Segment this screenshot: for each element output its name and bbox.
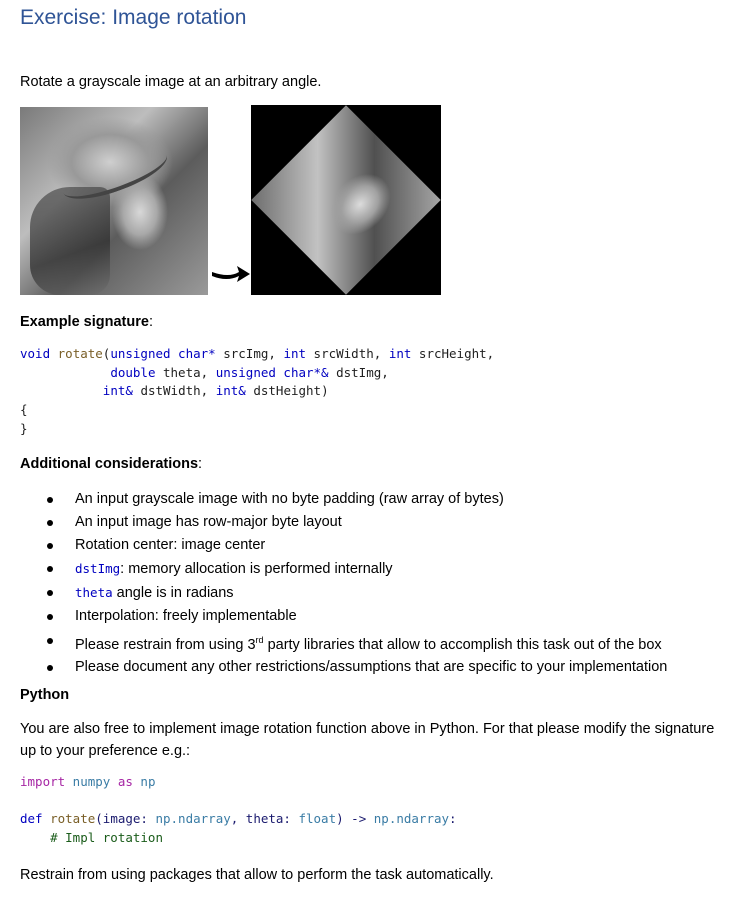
hat-brim-shape [57, 139, 173, 209]
rotated-image-diamond [251, 105, 441, 295]
cpp-indent [20, 365, 110, 380]
list-item-text: An input grayscale image with no byte pa… [75, 491, 504, 507]
list-item-text: angle is in radians [112, 585, 234, 602]
arrow-right-icon [212, 266, 250, 282]
example-signature-heading: Example signature: [20, 311, 153, 333]
inline-code: theta [75, 585, 113, 601]
list-item-text: Rotation center: image center [75, 537, 266, 554]
list-item-text: Please restrain from using 3 [75, 636, 256, 653]
python-import-code: import numpy as np [20, 773, 155, 792]
cpp-param-type: double [110, 364, 163, 380]
python-type: np.ndarray [373, 811, 450, 826]
considerations-list: An input grayscale image with no byte pa… [20, 488, 667, 680]
cpp-param-name: srcWidth, [313, 346, 389, 361]
cpp-signature-code: void rotate(unsigned char* srcImg, int s… [20, 345, 494, 401]
additional-considerations-heading: Additional considerations: [20, 453, 202, 475]
additional-considerations-colon: : [198, 456, 203, 472]
list-item: Rotation center: image center [20, 534, 667, 557]
cpp-void-keyword: void [20, 346, 58, 361]
cpp-close-brace: } [20, 420, 28, 436]
bullet-icon [47, 566, 53, 573]
python-def-code: def rotate(image: np.ndarray, theta: flo… [20, 810, 457, 847]
list-item-text: : memory allocation is performed interna… [120, 561, 393, 578]
cpp-param-name: srcHeight, [418, 346, 495, 361]
bullet-icon [47, 665, 53, 672]
python-param: (image: [95, 811, 156, 826]
python-arrow: ) -> [336, 811, 374, 826]
cpp-param-type: unsigned char* [110, 346, 224, 361]
python-module: numpy [65, 774, 118, 789]
list-item-text: party libraries that allow to accomplish… [263, 636, 662, 653]
list-item: Please restrain from using 3rd party lib… [20, 629, 667, 657]
list-item: dstImg: memory allocation is performed i… [20, 557, 667, 581]
bullet-icon [47, 520, 53, 527]
cpp-param-type: int [388, 346, 419, 361]
cpp-param-type: unsigned char*& [215, 364, 337, 380]
superscript: rd [255, 634, 264, 645]
cpp-open-brace: { [20, 402, 28, 417]
cpp-indent [20, 383, 103, 398]
example-signature-colon: : [148, 314, 153, 330]
cpp-param-type: int& [215, 383, 254, 398]
page-title: Exercise: Image rotation [20, 6, 247, 29]
python-colon: : [449, 811, 457, 826]
list-item: Interpolation: freely implementable [20, 605, 667, 628]
cpp-body-code: { } [20, 401, 28, 438]
python-type: float [298, 811, 337, 826]
intro-text: Rotate a grayscale image at an arbitrary… [20, 74, 322, 90]
python-description: You are also free to implement image rot… [20, 721, 715, 759]
bullet-icon [47, 637, 53, 644]
cpp-function-name: rotate [57, 346, 103, 361]
example-signature-label: Example signature [20, 314, 149, 330]
cpp-param-type: int [283, 346, 314, 361]
lena-grayscale-icon [20, 107, 208, 295]
bullet-icon [47, 543, 53, 550]
cpp-param-name: theta, [163, 364, 216, 380]
cpp-param-name: dstWidth, [140, 383, 216, 398]
lena-rotated-icon [251, 105, 441, 295]
bullet-icon [47, 590, 53, 597]
list-item: Please document any other restrictions/a… [20, 656, 667, 679]
bullet-icon [47, 497, 53, 503]
python-param: , theta: [230, 811, 299, 826]
list-item-text: An input image has row-major byte layout [75, 514, 342, 531]
inline-code: dstImg [75, 561, 121, 577]
python-comment: # Impl rotation [20, 829, 163, 845]
additional-considerations-label: Additional considerations [20, 456, 199, 472]
list-item: An input image has row-major byte layout [20, 511, 667, 534]
python-keyword: def [20, 811, 43, 826]
python-module: np [132, 774, 156, 789]
cpp-param-name: dstHeight) [253, 383, 329, 398]
list-item-text: Interpolation: freely implementable [75, 608, 297, 625]
cpp-param-name: srcImg, [223, 346, 284, 361]
python-function-name: rotate [42, 811, 96, 826]
closing-text: Restrain from using packages that allow … [20, 867, 494, 883]
bullet-icon [47, 614, 53, 621]
python-type: np.ndarray [155, 811, 231, 826]
cpp-param-name: dstImg, [336, 364, 389, 380]
hair-shape [30, 187, 110, 295]
python-keyword: import [20, 774, 66, 789]
list-item-text: Please document any other restrictions/a… [75, 659, 668, 676]
python-heading: Python [20, 687, 70, 703]
cpp-param-type: int& [102, 383, 141, 398]
list-item: An input grayscale image with no byte pa… [20, 488, 667, 511]
list-item: theta angle is in radians [20, 581, 667, 605]
python-keyword: as [117, 774, 133, 789]
